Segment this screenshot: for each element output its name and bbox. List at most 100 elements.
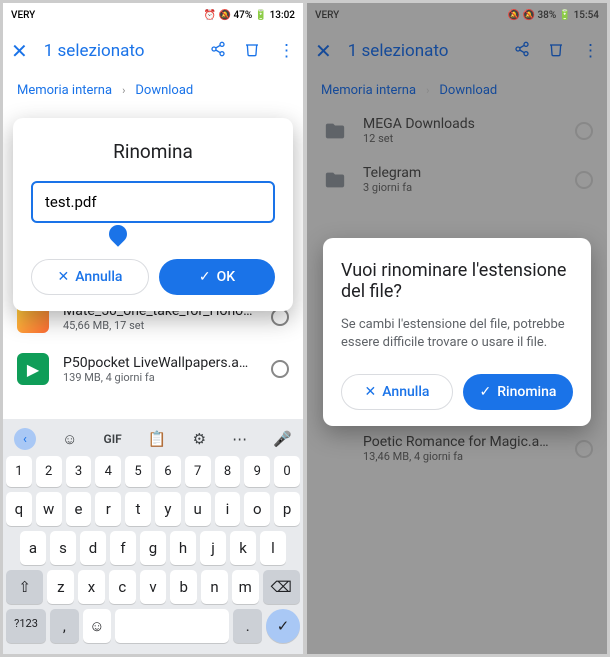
file-meta: 45,66 MB, 17 set: [63, 319, 257, 332]
key[interactable]: l: [260, 531, 286, 565]
folder-icon: [321, 117, 349, 145]
key[interactable]: g: [140, 531, 166, 565]
emoji-key[interactable]: ☺: [83, 609, 112, 643]
key[interactable]: 2: [36, 456, 62, 487]
key[interactable]: n: [201, 570, 228, 604]
key[interactable]: d: [80, 531, 106, 565]
letter-row: qwertyuiop: [6, 492, 300, 526]
key[interactable]: p: [274, 492, 300, 526]
breadcrumb-current[interactable]: Download: [439, 83, 497, 98]
chevron-right-icon: ›: [122, 84, 125, 97]
delete-icon[interactable]: [244, 41, 260, 62]
breadcrumb: Memoria interna › Download: [307, 75, 607, 106]
key[interactable]: t: [125, 492, 151, 526]
share-icon[interactable]: [210, 41, 226, 62]
breadcrumb-root[interactable]: Memoria interna: [321, 83, 416, 98]
shift-key[interactable]: ⇧: [6, 570, 43, 604]
mic-icon[interactable]: 🎤: [273, 430, 292, 448]
carrier-label: VERY: [11, 10, 35, 21]
key[interactable]: k: [230, 531, 256, 565]
file-name: Telegram: [363, 165, 553, 181]
bottom-row: ?123 , ☺ . ✓: [6, 609, 300, 643]
key[interactable]: i: [215, 492, 241, 526]
rename-input[interactable]: [31, 181, 275, 223]
enter-key[interactable]: ✓: [266, 609, 300, 643]
breadcrumb: Memoria interna › Download: [3, 75, 303, 106]
symbols-key[interactable]: ?123: [6, 609, 46, 643]
sticker-icon[interactable]: ☺: [62, 430, 77, 448]
letter-row: asdfghjkl: [6, 531, 300, 565]
list-item[interactable]: MEGA Downloads 12 set: [307, 106, 607, 155]
key[interactable]: b: [170, 570, 197, 604]
cancel-button[interactable]: ✕ Annulla: [31, 259, 149, 295]
file-name: P50pocket LiveWallpapers.apk: [63, 355, 253, 371]
key[interactable]: v: [140, 570, 167, 604]
ok-button[interactable]: ✓ OK: [159, 259, 275, 295]
key[interactable]: 4: [95, 456, 121, 487]
cancel-button[interactable]: ✕ Annulla: [341, 374, 453, 410]
key[interactable]: z: [47, 570, 74, 604]
key[interactable]: 3: [66, 456, 92, 487]
key[interactable]: 9: [244, 456, 270, 487]
select-radio[interactable]: [271, 360, 289, 378]
collapse-icon[interactable]: ‹: [14, 428, 36, 450]
key[interactable]: 8: [215, 456, 241, 487]
key[interactable]: x: [78, 570, 105, 604]
select-radio[interactable]: [575, 171, 593, 189]
rename-button[interactable]: ✓ Rinomina: [463, 374, 573, 410]
more-icon[interactable]: ⋯: [232, 430, 247, 448]
key[interactable]: 7: [185, 456, 211, 487]
comma-key[interactable]: ,: [50, 609, 79, 643]
key[interactable]: f: [110, 531, 136, 565]
file-meta: 3 giorni fa: [363, 181, 561, 194]
key[interactable]: r: [95, 492, 121, 526]
period-key[interactable]: .: [233, 609, 262, 643]
key[interactable]: u: [185, 492, 211, 526]
key[interactable]: w: [36, 492, 62, 526]
key[interactable]: q: [6, 492, 32, 526]
clipboard-icon[interactable]: 📋: [148, 430, 167, 448]
folder-icon: [321, 166, 349, 194]
key[interactable]: o: [244, 492, 270, 526]
space-key[interactable]: [115, 609, 229, 643]
list-item[interactable]: Telegram 3 giorni fa: [307, 155, 607, 204]
backspace-key[interactable]: ⌫: [263, 570, 300, 604]
file-meta: 12 set: [363, 132, 561, 145]
dialog-title: Rinomina: [31, 140, 275, 163]
file-name: MEGA Downloads: [363, 116, 553, 132]
key[interactable]: a: [20, 531, 46, 565]
key[interactable]: y: [155, 492, 181, 526]
check-icon: ✓: [480, 384, 492, 400]
key[interactable]: 0: [274, 456, 300, 487]
more-icon[interactable]: ⋮: [278, 41, 295, 62]
selection-header: ✕ 1 selezionato ⋮: [3, 27, 303, 75]
share-icon[interactable]: [514, 41, 530, 62]
gif-button[interactable]: GIF: [104, 432, 122, 446]
key[interactable]: h: [170, 531, 196, 565]
key[interactable]: s: [50, 531, 76, 565]
keyboard: ‹ ☺ GIF 📋 ⚙ ⋯ 🎤 1234567890 qwertyuiop as…: [3, 419, 303, 654]
key[interactable]: 5: [125, 456, 151, 487]
key[interactable]: m: [232, 570, 259, 604]
select-radio[interactable]: [575, 440, 593, 458]
dialog-title: Vuoi rinominare l'estensione del file?: [341, 260, 573, 302]
selection-title: 1 selezionato: [348, 41, 498, 61]
list-item[interactable]: Poetic Romance for Magic.apk 13,46 MB, 4…: [307, 424, 607, 473]
more-icon[interactable]: ⋮: [582, 41, 599, 62]
list-item[interactable]: ▶ P50pocket LiveWallpapers.apk 139 MB, 4…: [3, 343, 303, 395]
breadcrumb-current[interactable]: Download: [135, 83, 193, 98]
app-icon: [321, 435, 349, 463]
close-icon[interactable]: ✕: [11, 39, 28, 63]
key[interactable]: 1: [6, 456, 32, 487]
delete-icon[interactable]: [548, 41, 564, 62]
settings-icon[interactable]: ⚙: [193, 430, 206, 448]
chevron-right-icon: ›: [426, 84, 429, 97]
breadcrumb-root[interactable]: Memoria interna: [17, 83, 112, 98]
key[interactable]: j: [200, 531, 226, 565]
select-radio[interactable]: [575, 122, 593, 140]
key[interactable]: c: [109, 570, 136, 604]
key[interactable]: e: [66, 492, 92, 526]
cursor-handle[interactable]: [105, 221, 130, 246]
key[interactable]: 6: [155, 456, 181, 487]
close-icon[interactable]: ✕: [315, 39, 332, 63]
